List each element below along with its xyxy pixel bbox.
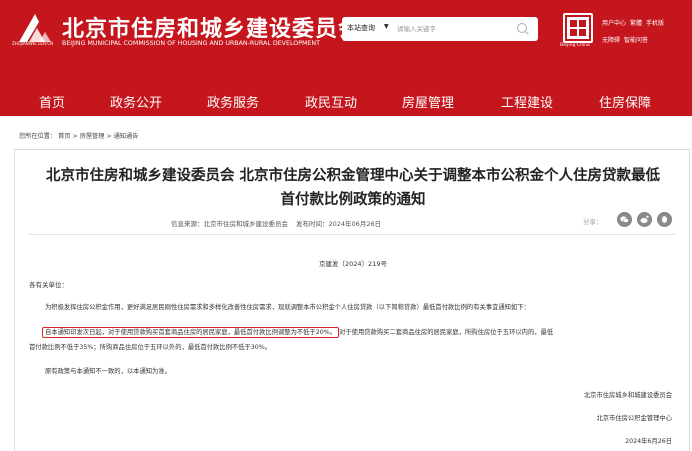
seal-caption: Beijing-China xyxy=(560,43,590,48)
document-number: 京建发〔2024〕219号 xyxy=(319,260,387,268)
article-source: 信息来源：北京市住房和城乡建设委员会 xyxy=(171,220,288,228)
breadcrumb-separator: > xyxy=(72,133,78,140)
beijing-seal-icon[interactable] xyxy=(563,13,593,43)
paragraph-2-rest: 对于使用贷款购买二套商品住房的居民家庭，所购住房位于五环以内的，最低 xyxy=(339,329,554,336)
title-divider xyxy=(28,234,676,235)
traditional-chinese-link[interactable]: 繁體 xyxy=(630,20,642,27)
article-title-line2: 首付款比例政策的通知 xyxy=(280,192,426,208)
breadcrumb-item-housing[interactable]: 房屋管理 xyxy=(80,133,105,140)
mobile-version-link[interactable]: 手机版 xyxy=(646,20,664,27)
breadcrumb-separator: > xyxy=(106,133,112,140)
signature-date: 2024年6月26日 xyxy=(625,438,672,445)
highlighted-policy-text: 自本通知印发次日起，对于使用贷款购买首套商品住房的居民家庭，最低首付款比例调整为… xyxy=(42,327,340,338)
article-date: 发布时间：2024年06月26日 xyxy=(296,220,382,228)
search-box: 本站查询 ▼ xyxy=(342,17,538,41)
breadcrumb-prefix: 您所在位置： xyxy=(19,133,57,140)
signatory-commission: 北京市住房城乡和城建设委员会 xyxy=(583,392,672,399)
greeting: 各有关单位： xyxy=(29,281,68,289)
article-meta: 信息来源：北京市住房和城乡建设委员会 发布时间：2024年06月26日 xyxy=(171,218,389,228)
paragraph-3: 原有政策与本通知不一致的，以本通知为准。 xyxy=(45,368,171,375)
paragraph-2-line2: 首付款比例不低于35%；所购商品住房位于五环以外的，最低首付款比例不低于30%。 xyxy=(29,344,272,351)
paragraph-2: 自本通知印发次日起，对于使用贷款购买首套商品住房的居民家庭，最低首付款比例调整为… xyxy=(42,327,554,338)
nav-item-housing-security[interactable]: 住房保障 xyxy=(599,92,651,111)
main-nav: 首页 政务公开 政务服务 政民互动 房屋管理 工程建设 住房保障 xyxy=(0,88,692,116)
nav-item-construction[interactable]: 工程建设 xyxy=(501,92,553,111)
site-title[interactable]: 北京市住房和城乡建设委员会 xyxy=(62,11,361,43)
nav-item-housing[interactable]: 房屋管理 xyxy=(402,92,454,111)
breadcrumb: 您所在位置： 首页 > 房屋管理 > 通知通告 xyxy=(19,131,140,140)
signatory-fund-center: 北京市住房公积金管理中心 xyxy=(596,415,672,422)
smart-qa-link[interactable]: 智能问答 xyxy=(624,37,648,44)
site-header: ZHUJIANWEI.GOV.CN 北京市住房和城乡建设委员会 BEIJING … xyxy=(0,0,692,88)
logo-caption: ZHUJIANWEI.GOV.CN xyxy=(12,41,54,46)
wechat-share-icon[interactable] xyxy=(617,212,632,227)
nav-item-government-affairs[interactable]: 政务公开 xyxy=(110,92,162,111)
qq-share-icon[interactable] xyxy=(657,212,672,227)
weibo-share-icon[interactable] xyxy=(637,212,652,227)
article-title-line1: 北京市住房和城乡建设委员会 北京市住房公积金管理中心关于调整本市公积金个人住房贷… xyxy=(45,168,661,184)
nav-item-home[interactable]: 首页 xyxy=(39,92,65,111)
chevron-down-icon[interactable]: ▼ xyxy=(384,23,389,30)
commission-logo-icon[interactable] xyxy=(15,12,53,44)
nav-item-government-services[interactable]: 政务服务 xyxy=(207,92,259,111)
breadcrumb-item-notices[interactable]: 通知通告 xyxy=(114,133,139,140)
nav-item-interaction[interactable]: 政民互动 xyxy=(305,92,357,111)
article: 北京市住房和城乡建设委员会 北京市住房公积金管理中心关于调整本市公积金个人住房贷… xyxy=(14,149,690,451)
search-input[interactable] xyxy=(397,20,509,38)
site-subtitle: BEIJING MUNICIPAL COMMISSION OF HOUSING … xyxy=(62,40,320,47)
share-label: 分享： xyxy=(583,218,603,226)
search-icon[interactable] xyxy=(515,21,531,37)
breadcrumb-item-home[interactable]: 首页 xyxy=(58,133,70,140)
user-center-link[interactable]: 用户中心 xyxy=(602,20,626,27)
paragraph-1: 为积极发挥住房公积金作用，更好满足居民刚性住房需求和多样化改善性住房需求，现就调… xyxy=(45,304,530,311)
top-links: 用户中心 繁體 手机版 无障碍 智能问答 xyxy=(602,15,668,49)
search-scope-select[interactable]: 本站查询 xyxy=(347,23,375,33)
accessibility-link[interactable]: 无障碍 xyxy=(602,37,620,44)
